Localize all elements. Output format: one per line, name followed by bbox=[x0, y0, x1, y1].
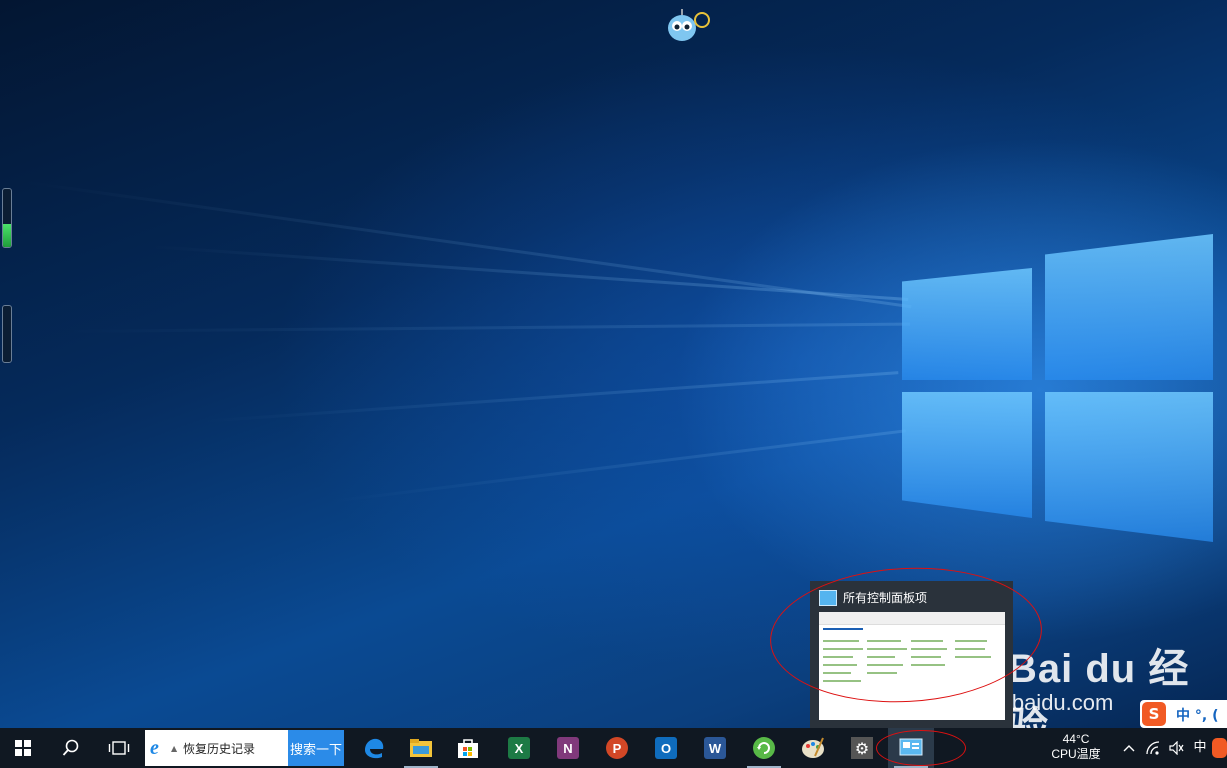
windows-icon bbox=[15, 740, 31, 756]
dropdown-arrow-icon[interactable]: ▲ bbox=[171, 744, 177, 753]
search-button[interactable] bbox=[48, 728, 94, 768]
excel-icon: X bbox=[508, 737, 530, 759]
taskbar-app-excel[interactable]: X bbox=[496, 728, 542, 768]
memory-meter bbox=[2, 188, 12, 248]
thumbnail-title: 所有控制面板项 bbox=[843, 591, 928, 605]
task-view-button[interactable] bbox=[96, 728, 142, 768]
preview-item bbox=[823, 640, 859, 642]
preview-item bbox=[867, 640, 901, 642]
ie-search-box[interactable]: e ▲ 恢复历史记录 bbox=[145, 730, 288, 766]
cpu-temperature[interactable]: 44°C CPU温度 bbox=[1050, 732, 1102, 762]
preview-item bbox=[867, 672, 897, 674]
taskbar-app-refresh[interactable] bbox=[741, 728, 787, 768]
powerpoint-icon: P bbox=[606, 737, 628, 759]
light-beam bbox=[199, 371, 899, 423]
light-beam bbox=[59, 322, 910, 333]
chevron-up-icon bbox=[1123, 745, 1135, 752]
preview-item bbox=[955, 640, 987, 642]
preview-item bbox=[867, 656, 895, 658]
ime-indicator[interactable]: 中 bbox=[1191, 728, 1209, 768]
taskbar-app-outlook[interactable]: O bbox=[643, 728, 689, 768]
preview-item bbox=[823, 664, 857, 666]
taskbar-app-onenote[interactable]: N bbox=[545, 728, 591, 768]
preview-address-bar bbox=[819, 612, 1005, 625]
logo-pane-bottom-left bbox=[902, 392, 1032, 518]
ime-mode-text: 中 °, ( bbox=[1176, 708, 1219, 724]
logo-pane-top-right bbox=[1045, 234, 1213, 380]
file-explorer-icon bbox=[410, 739, 432, 757]
show-hidden-icons-button[interactable] bbox=[1120, 728, 1138, 768]
edge-icon bbox=[365, 738, 384, 759]
paint-icon bbox=[802, 737, 824, 758]
preview-item bbox=[911, 664, 945, 666]
speaker-icon bbox=[1169, 741, 1184, 755]
taskbar-app-file-explorer[interactable] bbox=[398, 728, 444, 768]
desktop-pet-icon[interactable] bbox=[666, 8, 712, 44]
preview-item bbox=[823, 656, 853, 658]
settings-icon: ⚙ bbox=[851, 737, 873, 759]
refresh-app-icon bbox=[753, 737, 775, 759]
control-panel-icon bbox=[899, 738, 923, 756]
preview-item bbox=[823, 672, 851, 674]
network-button[interactable] bbox=[1142, 728, 1164, 768]
cpu-temp-value: 44°C bbox=[1062, 732, 1090, 746]
search-input[interactable]: 恢复历史记录 bbox=[183, 740, 255, 757]
sogou-icon bbox=[1212, 738, 1227, 758]
logo-pane-bottom-right bbox=[1045, 392, 1213, 542]
preview-item bbox=[911, 656, 941, 658]
taskbar-app-control-panel[interactable] bbox=[888, 728, 934, 768]
taskbar-app-powerpoint[interactable]: P bbox=[594, 728, 640, 768]
network-meter bbox=[2, 305, 12, 363]
wifi-icon bbox=[1146, 741, 1160, 755]
cpu-temp-label: CPU温度 bbox=[1051, 747, 1101, 761]
control-panel-icon bbox=[819, 590, 837, 606]
volume-button[interactable] bbox=[1166, 728, 1188, 768]
ime-floating-bar[interactable]: S 中 °, ( bbox=[1140, 700, 1227, 728]
taskbar-thumbnail-preview[interactable]: 所有控制面板项 bbox=[810, 581, 1013, 728]
onenote-icon: N bbox=[557, 737, 579, 759]
light-beam bbox=[329, 429, 906, 503]
logo-pane-top-left bbox=[902, 268, 1032, 380]
preview-item bbox=[911, 648, 947, 650]
taskbar-app-word[interactable]: W bbox=[692, 728, 738, 768]
word-icon: W bbox=[704, 737, 726, 759]
sogou-tray-button[interactable] bbox=[1212, 728, 1227, 768]
desktop[interactable]: Bai du 经验 jingyan.baidu.com 所有控制面板项 S 中 … bbox=[0, 0, 1227, 728]
taskbar-app-settings[interactable]: ⚙ bbox=[839, 728, 885, 768]
search-icon bbox=[62, 739, 79, 756]
outlook-icon: O bbox=[655, 737, 677, 759]
task-view-icon bbox=[108, 741, 130, 755]
preview-item bbox=[955, 656, 991, 658]
preview-item bbox=[911, 640, 943, 642]
preview-heading bbox=[823, 628, 863, 630]
taskbar-app-edge[interactable] bbox=[351, 728, 397, 768]
preview-item bbox=[867, 664, 903, 666]
store-icon bbox=[458, 739, 478, 758]
preview-item bbox=[955, 648, 985, 650]
start-button[interactable] bbox=[0, 728, 46, 768]
search-submit-button[interactable]: 搜索一下 bbox=[288, 730, 344, 766]
preview-item bbox=[823, 680, 861, 682]
preview-item bbox=[867, 648, 907, 650]
taskbar-app-paint[interactable] bbox=[790, 728, 836, 768]
thumbnail-window-preview[interactable] bbox=[819, 612, 1005, 720]
taskbar-app-store[interactable] bbox=[445, 728, 491, 768]
ie-icon: e bbox=[150, 737, 159, 759]
sogou-logo: S bbox=[1142, 702, 1166, 726]
preview-item bbox=[823, 648, 863, 650]
